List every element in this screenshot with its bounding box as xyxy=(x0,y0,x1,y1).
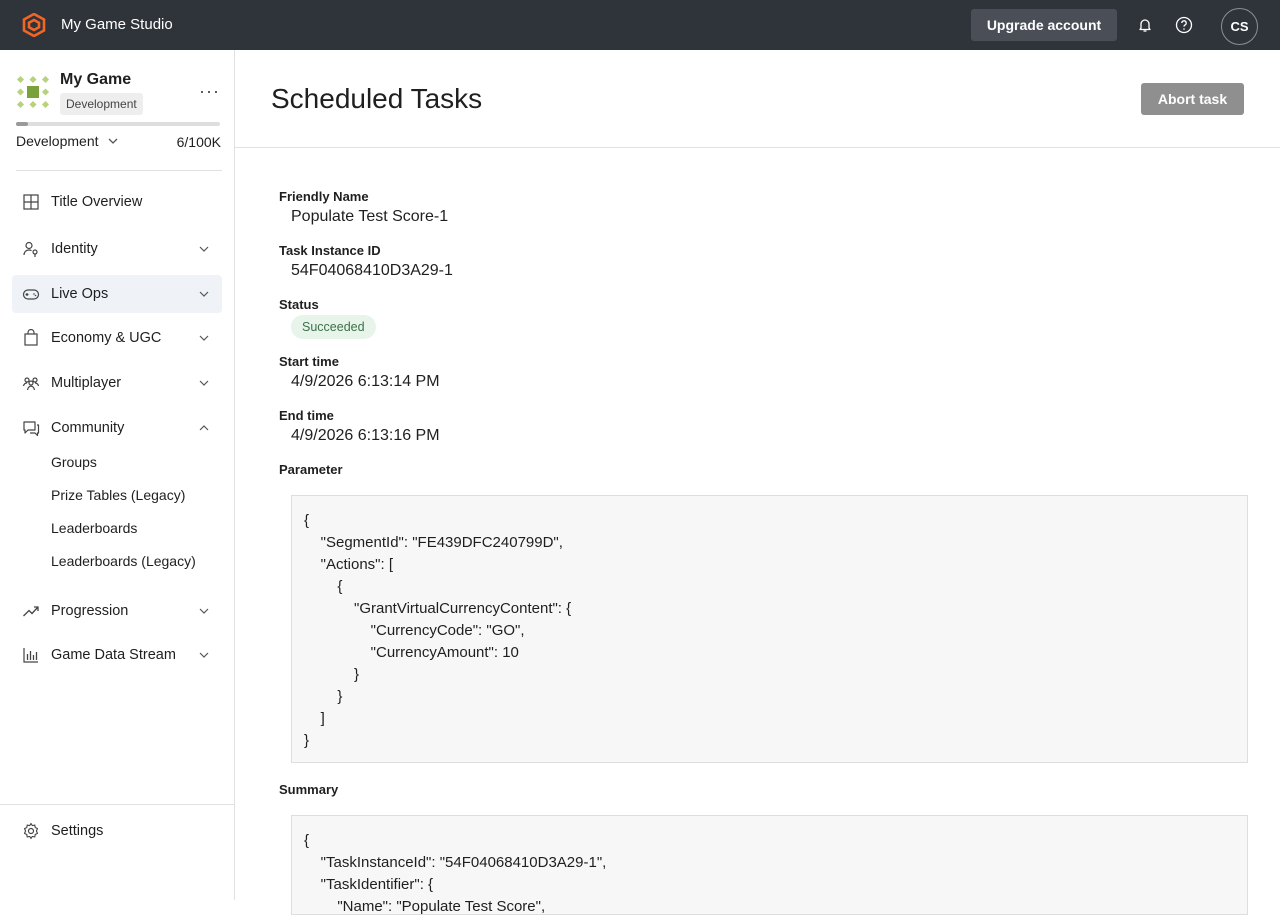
sidebar-divider xyxy=(0,804,234,805)
chevron-down-icon xyxy=(199,291,209,297)
chevron-up-icon xyxy=(199,425,209,431)
sidebar-item-multiplayer[interactable]: Multiplayer xyxy=(12,364,222,402)
sidebar-item-identity[interactable]: Identity xyxy=(12,230,222,268)
sidebar-item-title-overview[interactable]: Title Overview xyxy=(12,183,222,221)
user-avatar[interactable]: CS xyxy=(1221,8,1258,45)
sidebar-item-label: Live Ops xyxy=(51,286,109,302)
status-badge: Succeeded xyxy=(291,315,376,339)
usage-count: 6/100K xyxy=(176,134,221,150)
main-divider xyxy=(235,147,1280,148)
sidebar-subitem-groups[interactable]: Groups xyxy=(51,454,97,470)
main-content: Scheduled Tasks Abort task Friendly Name… xyxy=(235,50,1280,915)
sidebar-item-label: Identity xyxy=(51,241,98,257)
grid-icon xyxy=(23,194,39,210)
sidebar-item-live-ops[interactable]: Live Ops xyxy=(12,275,222,313)
parameter-label: Parameter xyxy=(279,462,343,477)
environment-selector-label: Development xyxy=(16,133,99,149)
start-time-label: Start time xyxy=(279,354,339,369)
sidebar-item-game-data-stream[interactable]: Game Data Stream xyxy=(12,636,222,674)
environment-selector[interactable]: Development xyxy=(16,133,119,149)
page-title: Scheduled Tasks xyxy=(271,83,483,114)
help-icon[interactable] xyxy=(1174,15,1194,35)
brand-logo-icon[interactable] xyxy=(22,13,46,37)
chevron-down-icon xyxy=(199,652,209,658)
usage-bar-fill xyxy=(16,122,29,126)
gamepad-icon xyxy=(22,289,40,300)
end-time-value: 4/9/2026 6:13:16 PM xyxy=(291,427,440,444)
chevron-down-icon xyxy=(108,138,117,144)
sidebar-subitem-leaderboards[interactable]: Leaderboards xyxy=(51,520,137,536)
friendly-name-label: Friendly Name xyxy=(279,189,369,204)
summary-code-block: { "TaskInstanceId": "54F04068410D3A29-1"… xyxy=(291,815,1248,915)
game-name[interactable]: My Game xyxy=(60,71,131,89)
end-time-label: End time xyxy=(279,408,334,423)
sidebar-item-community[interactable]: Community xyxy=(12,409,222,447)
sidebar: My Game Development ··· Development 6/10… xyxy=(0,50,235,900)
sidebar-item-label: Progression xyxy=(51,603,129,619)
chevron-down-icon xyxy=(199,380,209,386)
user-key-icon xyxy=(23,241,38,257)
chevron-down-icon xyxy=(199,608,209,614)
status-label: Status xyxy=(279,297,319,312)
sidebar-item-economy-ugc[interactable]: Economy & UGC xyxy=(12,319,222,357)
chat-icon xyxy=(23,421,40,437)
sidebar-item-label: Community xyxy=(51,420,125,436)
sidebar-item-progression[interactable]: Progression xyxy=(12,592,222,630)
abort-task-button[interactable]: Abort task xyxy=(1141,83,1244,115)
sidebar-divider xyxy=(16,170,222,171)
more-options-icon[interactable]: ··· xyxy=(199,81,220,102)
sidebar-subitem-leaderboards-legacy[interactable]: Leaderboards (Legacy) xyxy=(51,553,196,569)
environment-chip: Development xyxy=(60,93,143,115)
chevron-down-icon xyxy=(199,335,209,341)
sidebar-item-label: Title Overview xyxy=(51,194,143,210)
sidebar-item-label: Game Data Stream xyxy=(51,647,176,663)
people-icon xyxy=(22,377,40,391)
bar-chart-icon xyxy=(23,648,38,663)
shopping-bag-icon xyxy=(24,329,38,346)
summary-label: Summary xyxy=(279,782,339,797)
sidebar-item-label: Economy & UGC xyxy=(51,330,162,346)
chevron-down-icon xyxy=(199,246,209,252)
sidebar-item-label: Settings xyxy=(51,823,104,839)
top-bar: My Game Studio Upgrade account CS xyxy=(0,0,1280,50)
start-time-value: 4/9/2026 6:13:14 PM xyxy=(291,373,440,390)
parameter-code-block: { "SegmentId": "FE439DFC240799D", "Actio… xyxy=(291,495,1248,763)
upgrade-account-button[interactable]: Upgrade account xyxy=(971,9,1117,41)
sidebar-subitem-prize-tables-legacy[interactable]: Prize Tables (Legacy) xyxy=(51,487,185,503)
friendly-name-value: Populate Test Score-1 xyxy=(291,208,449,225)
game-logo-icon xyxy=(16,75,50,109)
sidebar-item-label: Multiplayer xyxy=(51,375,122,391)
gear-icon xyxy=(23,822,39,840)
task-instance-id-value: 54F04068410D3A29-1 xyxy=(291,262,453,279)
trend-icon xyxy=(23,606,39,617)
sidebar-item-settings[interactable]: Settings xyxy=(12,812,222,850)
task-instance-id-label: Task Instance ID xyxy=(279,243,381,258)
studio-name[interactable]: My Game Studio xyxy=(61,16,173,34)
usage-bar xyxy=(16,122,220,126)
bell-icon[interactable] xyxy=(1135,15,1155,35)
